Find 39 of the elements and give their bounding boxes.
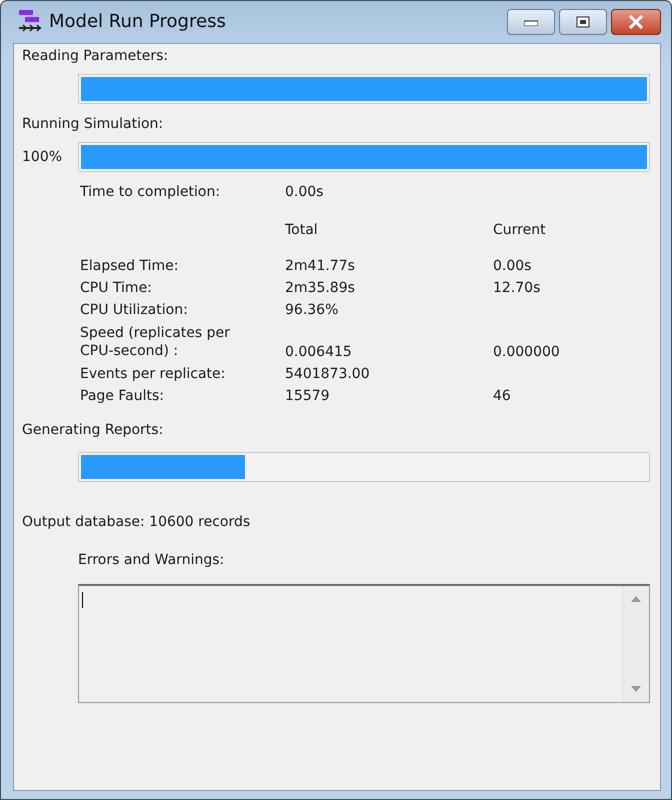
stat-value: 96.36%	[285, 302, 340, 318]
column-header: Total	[285, 222, 319, 238]
stat-label: CPU Time:	[80, 280, 153, 296]
errors-text-area[interactable]	[78, 584, 650, 703]
window-title: Model Run Progress	[49, 10, 227, 32]
column-header: Current	[493, 222, 547, 238]
stat-value: 2m41.77s	[285, 258, 356, 274]
stat-value: 2m35.89s	[285, 280, 356, 296]
section-label: Running Simulation:	[22, 116, 164, 132]
scroll-up-icon[interactable]	[631, 596, 641, 602]
close-button[interactable]	[611, 9, 661, 35]
stat-label: Speed (replicates per CPU-second) :	[80, 324, 231, 360]
stat-value: 15579	[285, 388, 331, 404]
stat-label: CPU Utilization:	[80, 302, 189, 318]
stat-label: Page Faults:	[80, 388, 165, 404]
stat-value: 0.00s	[285, 184, 324, 200]
stat-value: 5401873.00	[285, 366, 371, 382]
app-logo-icon	[17, 8, 43, 34]
stat-value: 46	[493, 388, 512, 404]
maximize-icon	[576, 16, 590, 28]
section-label: Reading Parameters:	[22, 48, 170, 64]
stat-value: 0.00s	[493, 258, 532, 274]
section-label: Errors and Warnings:	[78, 552, 226, 568]
scrollbar[interactable]	[622, 586, 649, 702]
section-label: Generating Reports:	[22, 422, 164, 438]
minimize-button[interactable]	[507, 9, 555, 35]
stat-label: Events per replicate:	[80, 366, 226, 382]
maximize-button[interactable]	[559, 9, 607, 35]
close-icon	[628, 15, 644, 29]
text-caret	[82, 592, 83, 608]
minimize-icon	[524, 18, 538, 26]
stat-value: 12.70s	[493, 280, 542, 296]
stat-value: 0.000000	[493, 344, 561, 360]
stat-label: Elapsed Time:	[80, 258, 180, 274]
stat-label: Time to completion:	[80, 184, 222, 200]
stat-value: 0.006415	[285, 344, 353, 360]
percent-label: 100%	[22, 149, 64, 165]
scroll-down-icon[interactable]	[631, 686, 641, 692]
output-status: Output database: 10600 records	[22, 514, 252, 530]
